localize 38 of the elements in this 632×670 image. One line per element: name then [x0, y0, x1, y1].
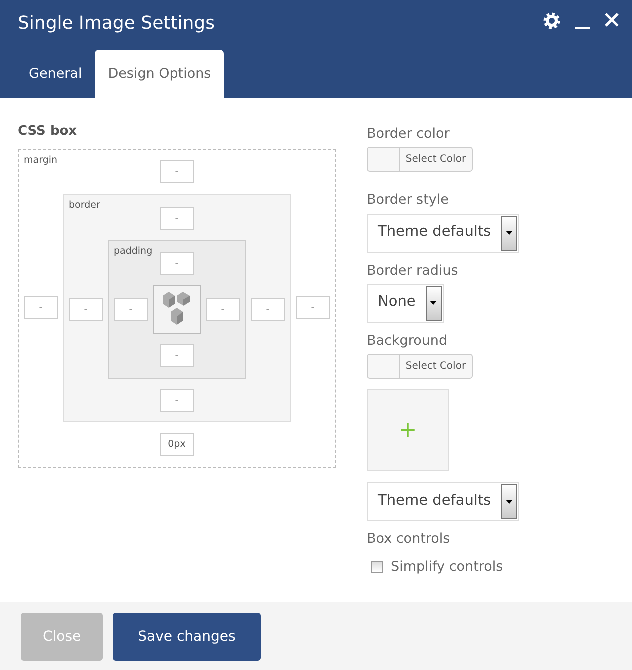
- input-field[interactable]: -: [296, 296, 330, 319]
- color-picker-button[interactable]: Select Color: [367, 354, 473, 379]
- input-field[interactable]: -: [69, 298, 103, 320]
- field-label: Box controls: [367, 530, 452, 549]
- input-field[interactable]: -: [160, 344, 194, 366]
- dropdown[interactable]: Theme defaults: [367, 482, 520, 521]
- field-label: Background: [367, 332, 449, 351]
- tab[interactable]: Design Options: [95, 50, 224, 98]
- field-label: Border color: [367, 125, 451, 144]
- tab[interactable]: General: [16, 50, 96, 98]
- caret-icon: [430, 301, 438, 306]
- caret-icon: [506, 231, 513, 235]
- cubes-logo-icon: [163, 292, 191, 326]
- save-button[interactable]: Save changes: [113, 613, 261, 661]
- box-label: margin: [24, 154, 58, 168]
- input-field[interactable]: 0px: [160, 432, 194, 456]
- color-picker-button[interactable]: Select Color: [367, 147, 473, 172]
- box-label: padding: [114, 244, 153, 258]
- input-field[interactable]: -: [160, 206, 194, 230]
- input-field[interactable]: -: [160, 160, 194, 182]
- section-title: CSS box: [18, 123, 78, 141]
- box-label: border: [69, 198, 100, 212]
- input-field[interactable]: -: [206, 298, 240, 320]
- settings-icon[interactable]: [543, 12, 561, 30]
- dropdown[interactable]: None: [367, 284, 444, 323]
- input-field[interactable]: -: [24, 296, 58, 319]
- window-title: Single Image Settings: [17, 12, 215, 36]
- input-field[interactable]: -: [114, 298, 148, 320]
- input-field[interactable]: -: [251, 298, 285, 320]
- checkbox[interactable]: [371, 561, 383, 574]
- field-label: Border radius: [367, 262, 460, 280]
- field-label: Border style: [367, 191, 450, 210]
- dropdown[interactable]: Theme defaults: [367, 214, 520, 252]
- caret-icon: [506, 500, 513, 504]
- input-field[interactable]: -: [160, 252, 194, 274]
- input-field[interactable]: -: [160, 388, 194, 412]
- close-icon[interactable]: [604, 12, 620, 28]
- checkbox-label: Simplify controls: [391, 558, 504, 578]
